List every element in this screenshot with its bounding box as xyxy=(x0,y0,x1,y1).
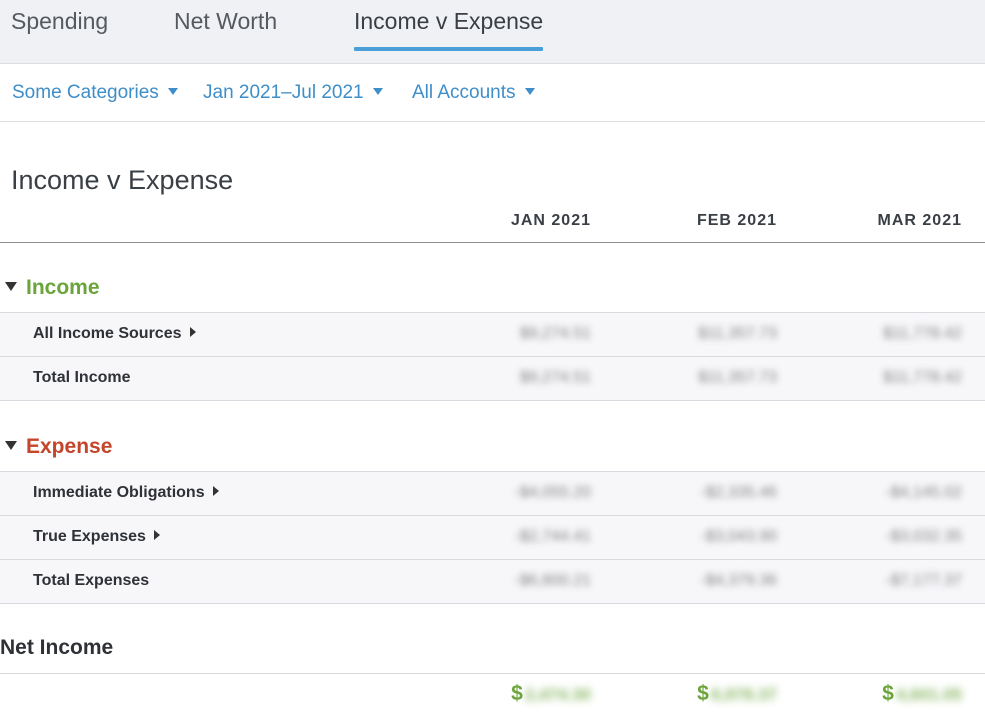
caret-down-icon xyxy=(167,88,178,95)
table-cell: -$2,744.41 xyxy=(514,528,591,545)
table-cell: -$3,043.90 xyxy=(700,528,777,545)
collapse-triangle-icon xyxy=(5,441,17,450)
table-row[interactable]: Immediate Obligations -$4,055.20 -$2,335… xyxy=(0,472,985,515)
table-cell: $9,274.51 xyxy=(519,369,591,386)
table-row: Total Expenses -$6,800.21 -$4,379.36 -$7… xyxy=(0,560,985,603)
page-title: Income v Expense xyxy=(11,165,234,195)
expense-section-toggle[interactable]: Expense xyxy=(5,435,112,459)
table-cell: -$4,145.02 xyxy=(885,484,962,501)
active-tab-indicator xyxy=(354,47,543,51)
tab-income-v-expense[interactable]: Income v Expense xyxy=(354,8,543,35)
expand-triangle-icon xyxy=(212,486,219,496)
column-header-mar: MAR 2021 xyxy=(877,212,962,229)
divider xyxy=(0,673,985,674)
expand-triangle-icon xyxy=(153,530,160,540)
categories-filter[interactable]: Some Categories xyxy=(12,82,178,104)
net-income-value: 6,978.37 xyxy=(710,685,777,704)
divider xyxy=(0,603,985,604)
row-label: Immediate Obligations xyxy=(33,484,219,502)
table-cell: $11,778.42 xyxy=(883,325,962,342)
accounts-filter[interactable]: All Accounts xyxy=(412,82,535,104)
date-range-filter-label: Jan 2021–Jul 2021 xyxy=(203,82,364,103)
accounts-filter-label: All Accounts xyxy=(412,82,516,103)
currency-symbol: $ xyxy=(882,682,894,705)
divider xyxy=(0,400,985,401)
column-header-feb: FEB 2021 xyxy=(696,212,777,229)
net-income-value: 4,601.05 xyxy=(895,685,962,704)
filter-bar: Some Categories Jan 2021–Jul 2021 All Ac… xyxy=(0,64,985,122)
expense-heading: Expense xyxy=(26,435,113,458)
table-cell: -$7,177.37 xyxy=(885,572,962,589)
table-cell: $11,778.42 xyxy=(883,369,962,386)
net-income-heading: Net Income xyxy=(0,636,114,659)
net-income-value: 2,474.30 xyxy=(524,685,591,704)
table-row[interactable]: True Expenses -$2,744.41 -$3,043.90 -$3,… xyxy=(0,516,985,559)
net-income-cell: $2,474.30 xyxy=(441,682,591,706)
income-section-toggle[interactable]: Income xyxy=(5,276,100,300)
caret-down-icon xyxy=(524,88,535,95)
categories-filter-label: Some Categories xyxy=(12,82,159,103)
table-cell: -$4,379.36 xyxy=(700,572,777,589)
row-label: Total Expenses xyxy=(33,572,150,589)
currency-symbol: $ xyxy=(697,682,709,705)
row-label: Total Income xyxy=(33,369,131,386)
table-row: Total Income $9,274.51 $11,357.73 $11,77… xyxy=(0,357,985,400)
date-range-filter[interactable]: Jan 2021–Jul 2021 xyxy=(203,82,383,104)
expand-triangle-icon xyxy=(189,327,196,337)
currency-symbol: $ xyxy=(511,682,523,705)
table-row[interactable]: All Income Sources $9,274.51 $11,357.73 … xyxy=(0,313,985,356)
table-cell: $9,274.51 xyxy=(519,325,591,342)
collapse-triangle-icon xyxy=(5,282,17,291)
table-cell: $11,357.73 xyxy=(698,325,777,342)
net-income-cell: $6,978.37 xyxy=(627,682,777,706)
tab-spending[interactable]: Spending xyxy=(11,8,108,35)
table-cell: $11,357.73 xyxy=(698,369,777,386)
report-tabs: Spending Net Worth Income v Expense xyxy=(0,0,985,64)
caret-down-icon xyxy=(372,88,383,95)
table-cell: -$4,055.20 xyxy=(514,484,591,501)
row-label: All Income Sources xyxy=(33,325,196,343)
tab-net-worth[interactable]: Net Worth xyxy=(174,8,277,35)
income-heading: Income xyxy=(26,276,100,299)
table-cell: -$6,800.21 xyxy=(514,572,591,589)
header-divider xyxy=(0,242,985,243)
table-cell: -$3,032.35 xyxy=(885,528,962,545)
row-label: True Expenses xyxy=(33,528,160,546)
net-income-cell: $4,601.05 xyxy=(812,682,962,706)
column-header-jan: JAN 2021 xyxy=(510,212,591,229)
table-cell: -$2,335.46 xyxy=(700,484,777,501)
